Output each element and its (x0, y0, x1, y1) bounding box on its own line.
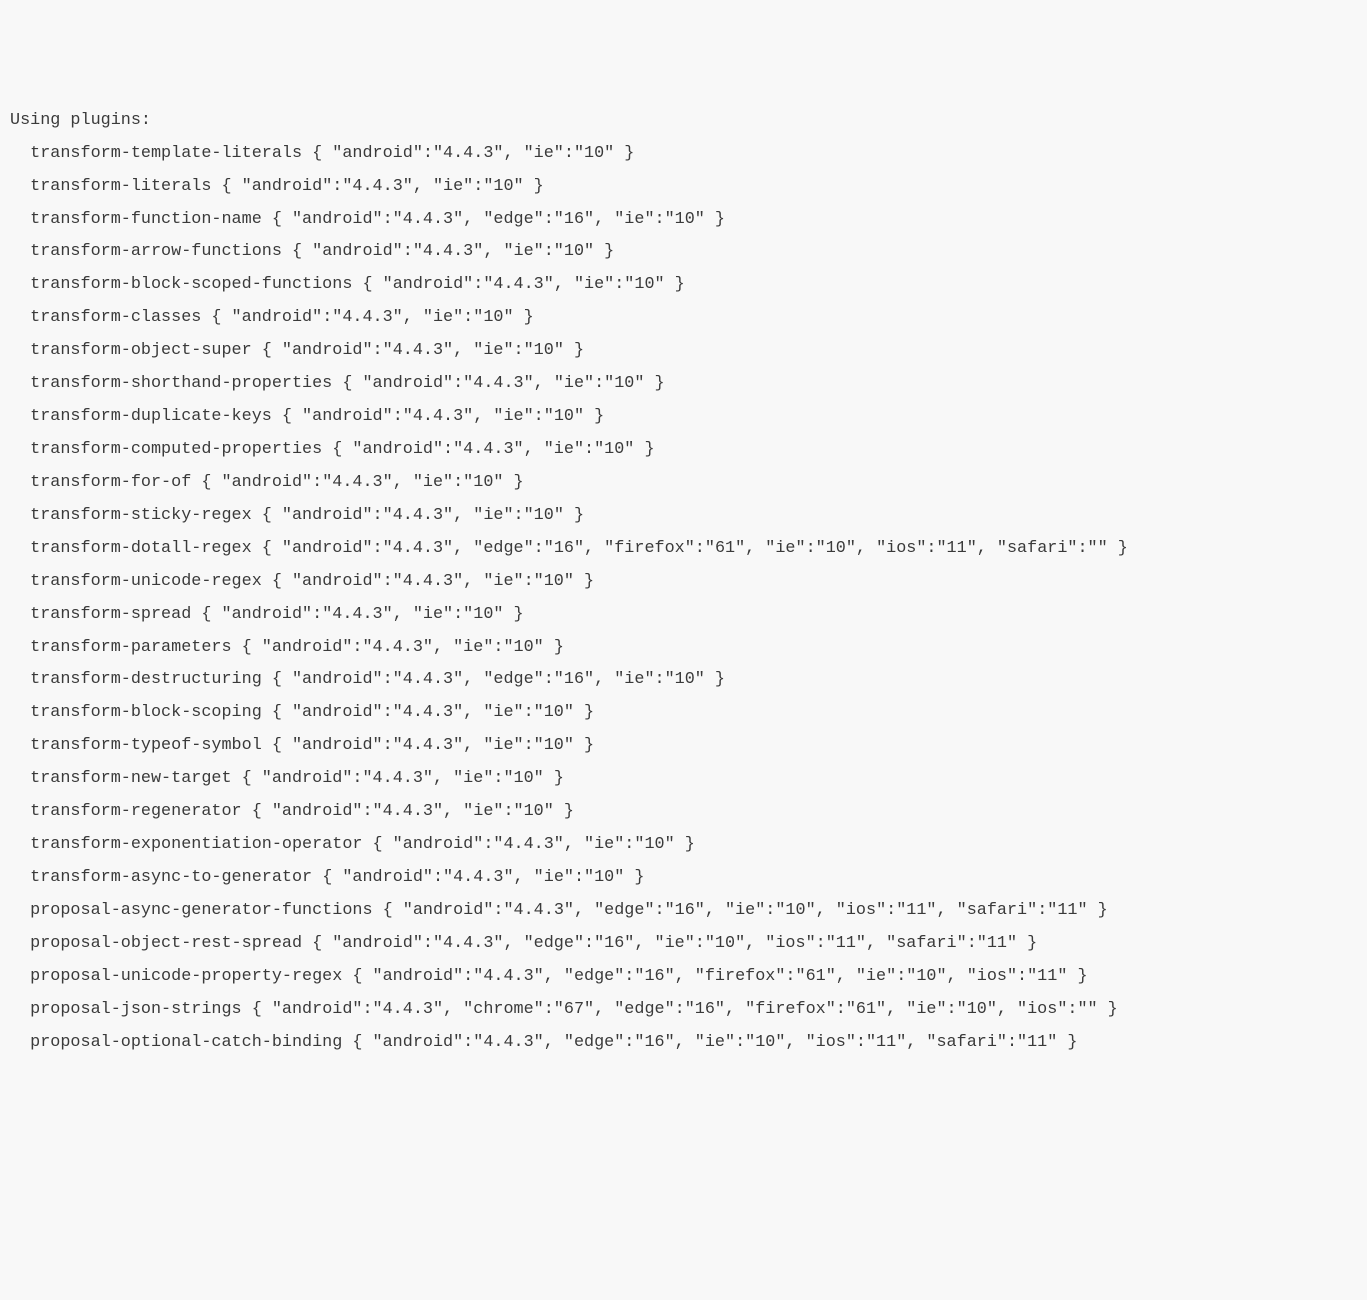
plugin-name: transform-regenerator (30, 802, 241, 821)
plugin-targets: { "android":"4.4.3", "ie":"10" } (262, 572, 594, 591)
plugin-name: transform-sticky-regex (30, 506, 252, 525)
plugin-name: transform-literals (30, 177, 211, 196)
plugin-name: transform-classes (30, 308, 201, 327)
plugin-line: transform-template-literals { "android":… (10, 138, 1357, 171)
plugin-targets: { "android":"4.4.3", "ie":"10" } (252, 341, 584, 360)
plugin-line: transform-function-name { "android":"4.4… (10, 204, 1357, 237)
plugin-targets: { "android":"4.4.3", "ie":"10" } (191, 605, 523, 624)
plugin-name: transform-arrow-functions (30, 242, 282, 261)
plugin-targets: { "android":"4.4.3", "edge":"16", "ie":"… (342, 1033, 1077, 1052)
plugin-line: proposal-unicode-property-regex { "andro… (10, 961, 1357, 994)
plugin-name: transform-destructuring (30, 670, 262, 689)
plugin-targets: { "android":"4.4.3", "edge":"16", "firef… (342, 967, 1087, 986)
header-line: Using plugins: (10, 105, 1357, 138)
plugin-targets: { "android":"4.4.3", "ie":"10" } (262, 703, 594, 722)
plugin-name: transform-computed-properties (30, 440, 322, 459)
plugin-line: transform-for-of { "android":"4.4.3", "i… (10, 467, 1357, 500)
plugin-targets: { "android":"4.4.3", "ie":"10" } (322, 440, 654, 459)
plugin-line: transform-new-target { "android":"4.4.3"… (10, 763, 1357, 796)
plugin-line: transform-classes { "android":"4.4.3", "… (10, 302, 1357, 335)
plugin-line: transform-parameters { "android":"4.4.3"… (10, 632, 1357, 665)
plugin-name: transform-exponentiation-operator (30, 835, 362, 854)
plugin-targets: { "android":"4.4.3", "ie":"10" } (232, 638, 564, 657)
plugin-line: transform-duplicate-keys { "android":"4.… (10, 401, 1357, 434)
plugin-line: transform-regenerator { "android":"4.4.3… (10, 796, 1357, 829)
plugin-line: transform-destructuring { "android":"4.4… (10, 664, 1357, 697)
plugin-line: transform-exponentiation-operator { "and… (10, 829, 1357, 862)
plugin-targets: { "android":"4.4.3", "edge":"16", "ie":"… (262, 670, 725, 689)
plugin-targets: { "android":"4.4.3", "ie":"10" } (252, 506, 584, 525)
plugin-targets: { "android":"4.4.3", "ie":"10" } (302, 144, 634, 163)
plugin-name: transform-duplicate-keys (30, 407, 272, 426)
plugin-line: transform-typeof-symbol { "android":"4.4… (10, 730, 1357, 763)
plugin-targets: { "android":"4.4.3", "ie":"10" } (362, 835, 694, 854)
plugin-targets: { "android":"4.4.3", "ie":"10" } (262, 736, 594, 755)
plugin-name: transform-spread (30, 605, 191, 624)
plugin-line: transform-sticky-regex { "android":"4.4.… (10, 500, 1357, 533)
plugin-line: transform-unicode-regex { "android":"4.4… (10, 566, 1357, 599)
plugin-name: transform-parameters (30, 638, 231, 657)
plugin-name: transform-object-super (30, 341, 252, 360)
plugin-targets: { "android":"4.4.3", "chrome":"67", "edg… (242, 1000, 1118, 1019)
plugin-name: transform-dotall-regex (30, 539, 252, 558)
plugin-targets: { "android":"4.4.3", "edge":"16", "ie":"… (302, 934, 1037, 953)
plugin-name: transform-template-literals (30, 144, 302, 163)
plugin-line: proposal-async-generator-functions { "an… (10, 895, 1357, 928)
plugin-targets: { "android":"4.4.3", "edge":"16", "ie":"… (262, 210, 725, 229)
plugin-targets: { "android":"4.4.3", "ie":"10" } (191, 473, 523, 492)
plugin-line: transform-async-to-generator { "android"… (10, 862, 1357, 895)
plugin-name: transform-function-name (30, 210, 262, 229)
plugin-line: transform-computed-properties { "android… (10, 434, 1357, 467)
plugin-name: transform-shorthand-properties (30, 374, 332, 393)
plugin-name: proposal-json-strings (30, 1000, 241, 1019)
plugin-targets: { "android":"4.4.3", "ie":"10" } (242, 802, 574, 821)
plugin-name: proposal-optional-catch-binding (30, 1033, 342, 1052)
plugin-targets: { "android":"4.4.3", "ie":"10" } (352, 275, 684, 294)
plugin-name: transform-new-target (30, 769, 231, 788)
plugin-name: proposal-async-generator-functions (30, 901, 372, 920)
plugin-line: transform-dotall-regex { "android":"4.4.… (10, 533, 1357, 566)
plugin-line: proposal-json-strings { "android":"4.4.3… (10, 994, 1357, 1027)
plugin-targets: { "android":"4.4.3", "ie":"10" } (272, 407, 604, 426)
plugin-targets: { "android":"4.4.3", "ie":"10" } (282, 242, 614, 261)
plugin-name: transform-block-scoping (30, 703, 262, 722)
plugin-targets: { "android":"4.4.3", "ie":"10" } (232, 769, 564, 788)
plugin-name: proposal-object-rest-spread (30, 934, 302, 953)
plugin-targets: { "android":"4.4.3", "ie":"10" } (211, 177, 543, 196)
plugin-line: transform-spread { "android":"4.4.3", "i… (10, 599, 1357, 632)
plugin-name: transform-block-scoped-functions (30, 275, 352, 294)
plugin-targets: { "android":"4.4.3", "edge":"16", "firef… (252, 539, 1128, 558)
plugin-targets: { "android":"4.4.3", "ie":"10" } (201, 308, 533, 327)
plugin-line: transform-shorthand-properties { "androi… (10, 368, 1357, 401)
plugin-name: transform-for-of (30, 473, 191, 492)
plugin-line: transform-object-super { "android":"4.4.… (10, 335, 1357, 368)
plugin-name: transform-typeof-symbol (30, 736, 262, 755)
plugin-line: transform-block-scoping { "android":"4.4… (10, 697, 1357, 730)
plugin-name: transform-unicode-regex (30, 572, 262, 591)
plugin-line: transform-literals { "android":"4.4.3", … (10, 171, 1357, 204)
plugin-targets: { "android":"4.4.3", "ie":"10" } (312, 868, 644, 887)
plugin-targets: { "android":"4.4.3", "ie":"10" } (332, 374, 664, 393)
plugin-targets: { "android":"4.4.3", "edge":"16", "ie":"… (373, 901, 1108, 920)
plugin-line: proposal-object-rest-spread { "android":… (10, 928, 1357, 961)
console-output-block: Using plugins:transform-template-literal… (0, 66, 1367, 1103)
plugin-name: proposal-unicode-property-regex (30, 967, 342, 986)
plugin-line: transform-block-scoped-functions { "andr… (10, 269, 1357, 302)
plugin-name: transform-async-to-generator (30, 868, 312, 887)
plugin-line: transform-arrow-functions { "android":"4… (10, 236, 1357, 269)
